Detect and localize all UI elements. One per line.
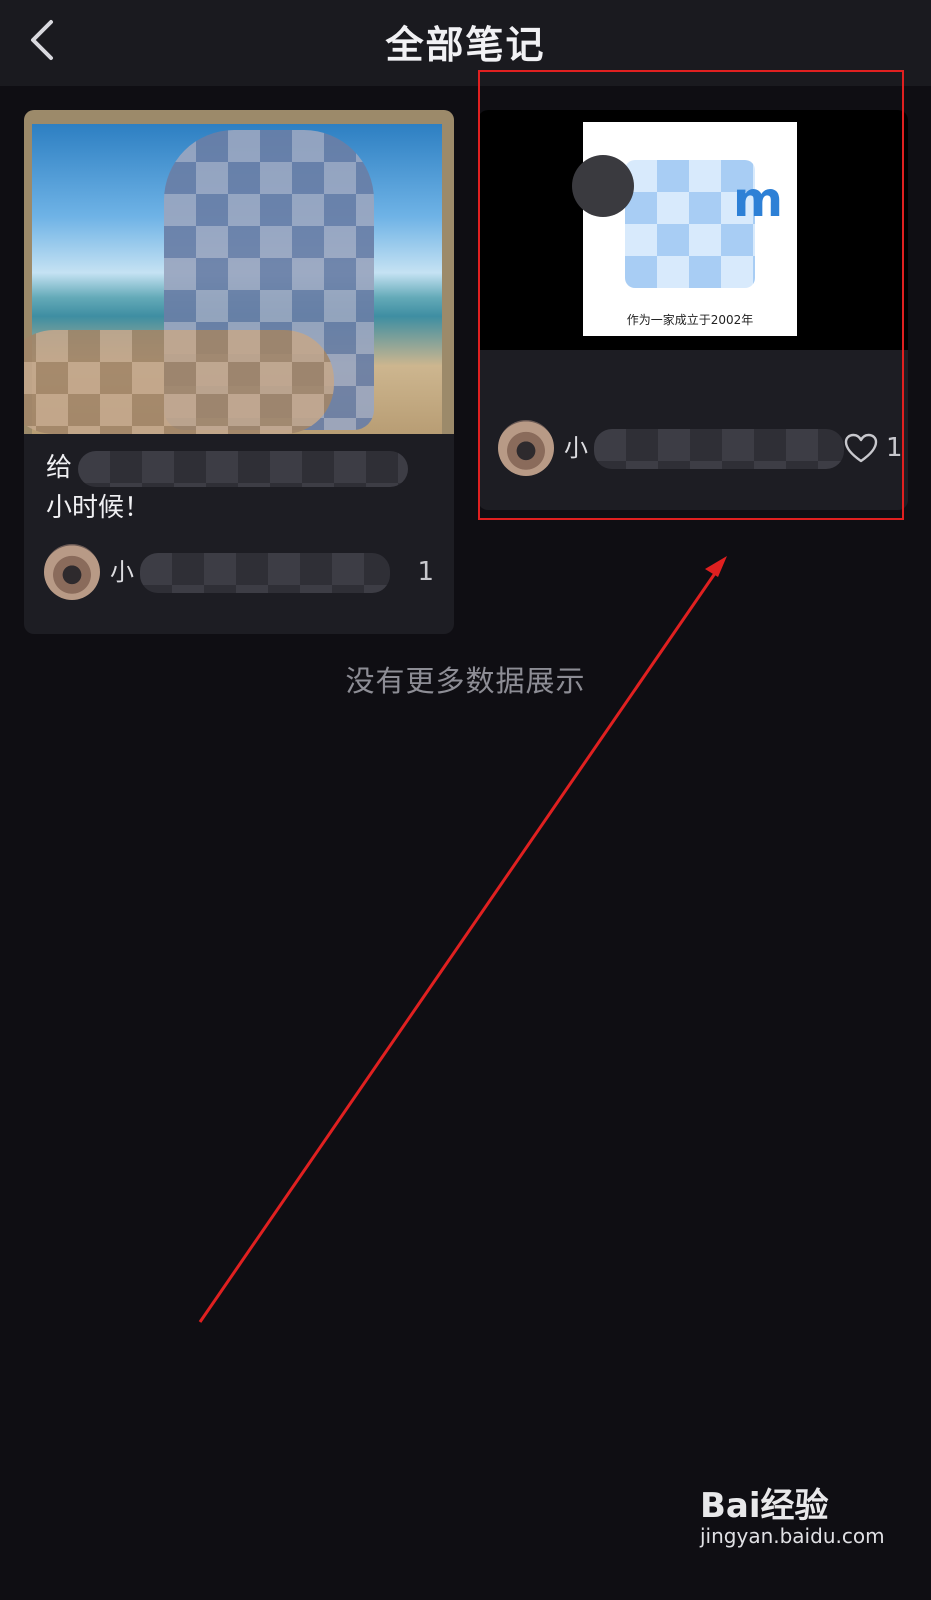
watermark-url: jingyan.baidu.com	[700, 1524, 885, 1548]
annotation-arrow	[198, 556, 727, 1323]
watermark-logo: Bai经验	[700, 1486, 829, 1526]
watermark: Bai经验 jingyan.baidu.com	[700, 1468, 900, 1598]
